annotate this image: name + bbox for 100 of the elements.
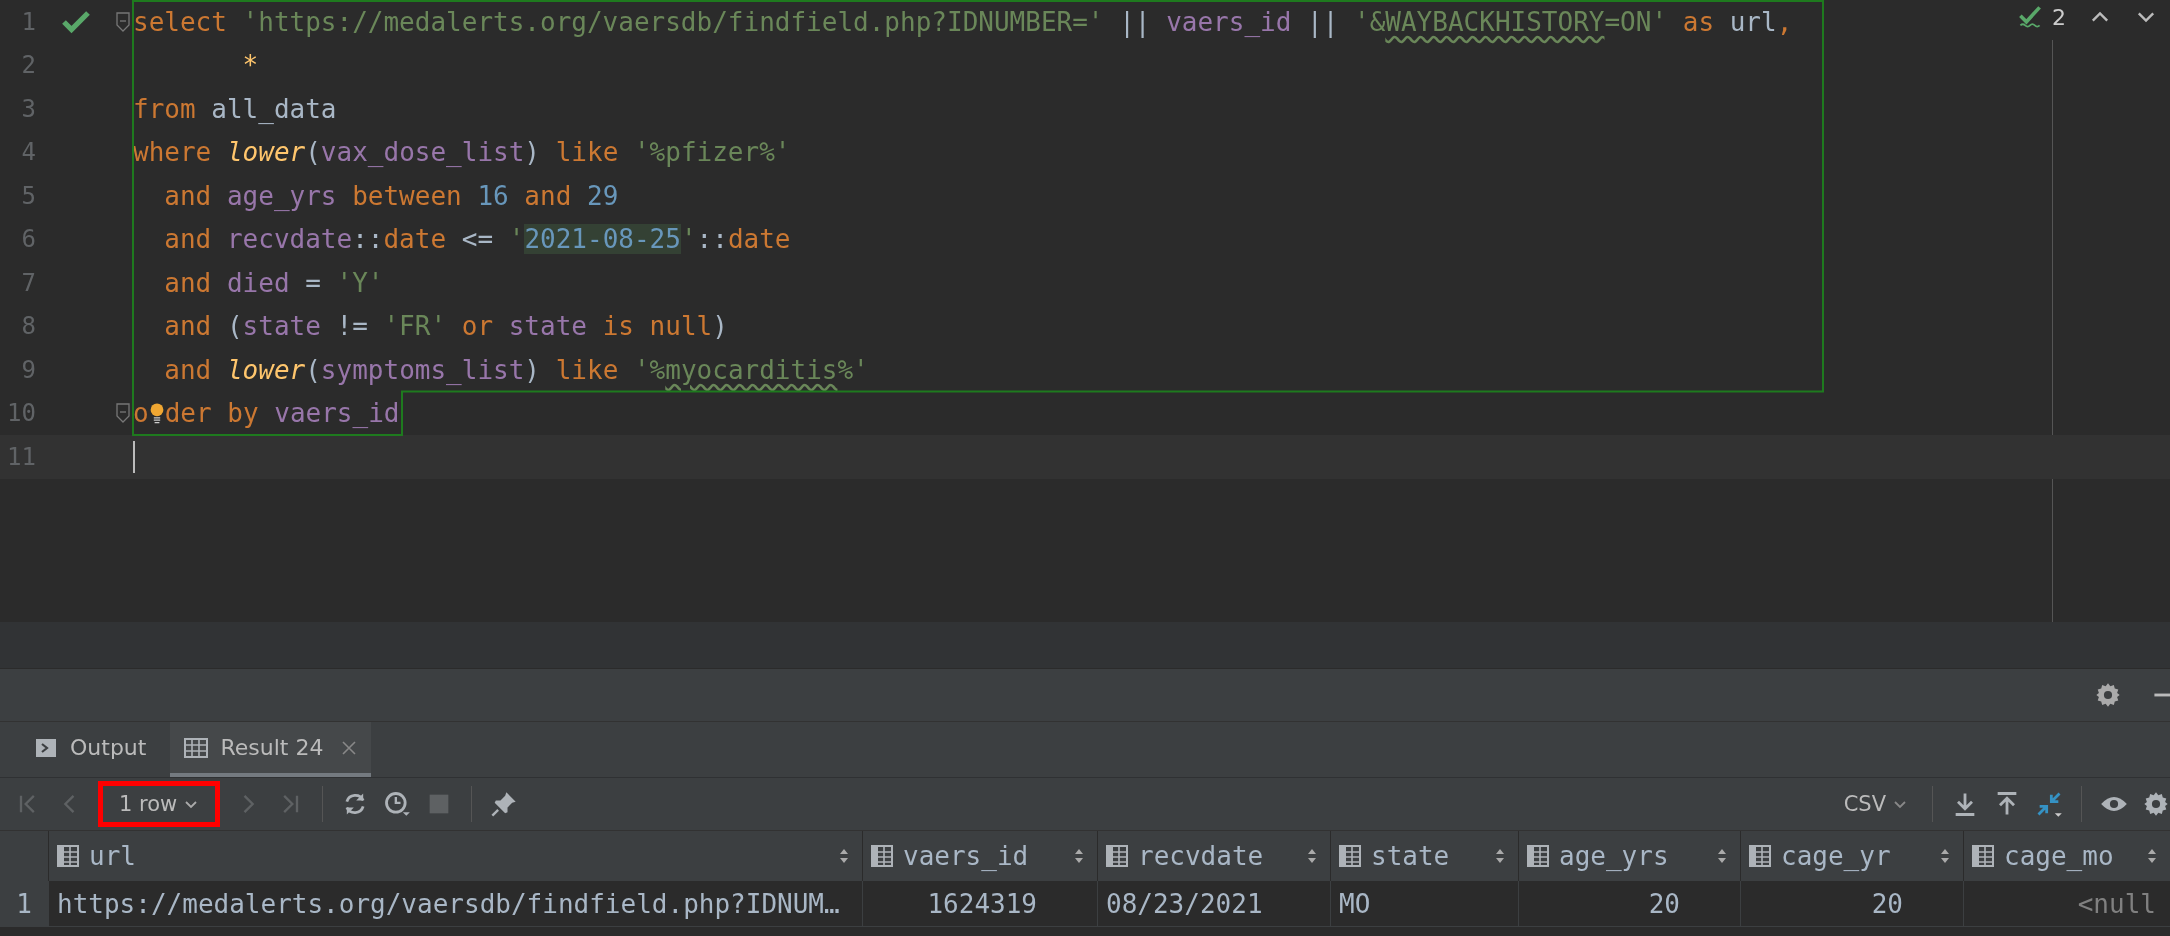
- code-token: ): [524, 137, 541, 168]
- table-icon: [57, 845, 79, 867]
- code-token: WAYBACKHISTORY: [1385, 6, 1605, 37]
- code-token: 29: [587, 180, 619, 211]
- line-number: 9: [20, 355, 36, 384]
- code-token: state: [242, 311, 322, 342]
- line-number: 3: [20, 94, 36, 123]
- table-icon: [1106, 845, 1128, 867]
- column-name: cage_mo: [2004, 841, 2115, 871]
- code-token: from: [133, 93, 197, 124]
- result-tab[interactable]: Result 24: [170, 722, 372, 777]
- code-token: 'FR': [383, 311, 448, 342]
- code-token: 'Y': [336, 267, 384, 298]
- row-count-dropdown[interactable]: 1 row: [98, 781, 221, 827]
- console-icon: [34, 736, 58, 759]
- code-token: all_data: [211, 93, 337, 124]
- code-token: 2021-08-25: [524, 224, 681, 255]
- code-token: or: [461, 311, 495, 342]
- code-token: =: [305, 267, 322, 298]
- fold-marker-icon[interactable]: [116, 11, 130, 32]
- code-token: and: [524, 180, 573, 211]
- code-token: vaers_id: [1166, 6, 1293, 37]
- column-name: cage_yr: [1781, 841, 1892, 871]
- column-name: state: [1371, 841, 1451, 871]
- code-token: der by: [164, 398, 260, 429]
- code-token: 16: [477, 180, 510, 211]
- code-token: '%: [633, 354, 666, 385]
- code-token: and: [163, 354, 213, 385]
- code-token: =ON': [1604, 6, 1669, 37]
- code-token: between: [352, 180, 463, 211]
- compare-arrows-icon[interactable]: [2035, 790, 2063, 818]
- clock-icon[interactable]: [383, 790, 412, 818]
- column-name: recvdate: [1138, 841, 1265, 871]
- table-icon: [1749, 845, 1771, 867]
- code-token: lower: [226, 137, 306, 168]
- code-token: vaers_id: [274, 398, 400, 429]
- settings-icon[interactable]: [2094, 681, 2122, 709]
- check-icon: [2018, 4, 2042, 30]
- line-number: 5: [20, 181, 36, 210]
- text-caret: [133, 440, 135, 473]
- line-number: 2: [20, 51, 36, 80]
- pin-icon[interactable]: [490, 790, 519, 818]
- code-token: (: [226, 311, 243, 342]
- code-token: %': [837, 354, 869, 385]
- code-token: like: [555, 137, 620, 168]
- table-icon: [1527, 845, 1549, 867]
- column-name: url: [89, 841, 137, 871]
- code-token: died: [226, 267, 291, 298]
- table-icon: [871, 845, 893, 867]
- code-token: ||: [1307, 6, 1340, 37]
- table-icon: [1972, 845, 1994, 867]
- row-number: 1: [0, 881, 48, 927]
- code-token: !=: [336, 311, 369, 342]
- fold-marker-icon[interactable]: [116, 403, 130, 424]
- code-token: and: [163, 311, 213, 342]
- tab-label: Output: [70, 735, 147, 760]
- line-number: 7: [20, 268, 36, 297]
- line-number: 6: [20, 225, 36, 254]
- code-token: is null: [602, 311, 713, 342]
- code-token: url: [1729, 6, 1777, 37]
- code-token: o: [133, 398, 149, 429]
- code-token: ': [508, 224, 525, 255]
- code-token: '&: [1354, 6, 1386, 37]
- format-dropdown[interactable]: CSV: [1837, 791, 1914, 817]
- code-token: ||: [1119, 6, 1152, 37]
- code-token: date: [383, 224, 448, 255]
- code-token: ::: [696, 224, 728, 255]
- code-token: where: [133, 137, 213, 168]
- inspection-count: 2: [2052, 4, 2066, 30]
- code-token: (: [305, 354, 321, 385]
- code-token: '%pfizer%': [633, 137, 791, 168]
- code-token: and: [163, 224, 213, 255]
- code-token: and: [163, 180, 213, 211]
- settings-icon[interactable]: [2142, 790, 2170, 818]
- code-token: ::: [352, 224, 384, 255]
- table-icon: [1339, 845, 1361, 867]
- code-token: myocarditis: [665, 354, 838, 385]
- code-token: vax_dose_list: [320, 137, 525, 168]
- code-token: (: [305, 137, 321, 168]
- code-token: state: [508, 311, 588, 342]
- code-token: lower: [226, 354, 306, 385]
- column-name: vaers_id: [903, 841, 1030, 871]
- result-tab[interactable]: Output: [20, 722, 161, 777]
- line-number: 4: [20, 138, 36, 167]
- code-token: as: [1682, 6, 1716, 37]
- column-name: age_yrs: [1559, 841, 1670, 871]
- code-token: *: [241, 50, 259, 81]
- code-token: date: [727, 224, 791, 255]
- code-token: age_yrs: [226, 180, 338, 211]
- code-token: ': [680, 224, 697, 255]
- code-token: ,: [1776, 6, 1793, 37]
- line-number: 8: [20, 312, 36, 341]
- code-token: select: [133, 6, 228, 37]
- code-token: ): [712, 311, 728, 342]
- code-token: symptoms_list: [320, 354, 525, 385]
- table-icon: [184, 736, 209, 759]
- tab-label: Result 24: [220, 735, 324, 760]
- code-token: ): [524, 354, 541, 385]
- close-icon[interactable]: [341, 739, 358, 756]
- code-token: recvdate: [226, 224, 353, 255]
